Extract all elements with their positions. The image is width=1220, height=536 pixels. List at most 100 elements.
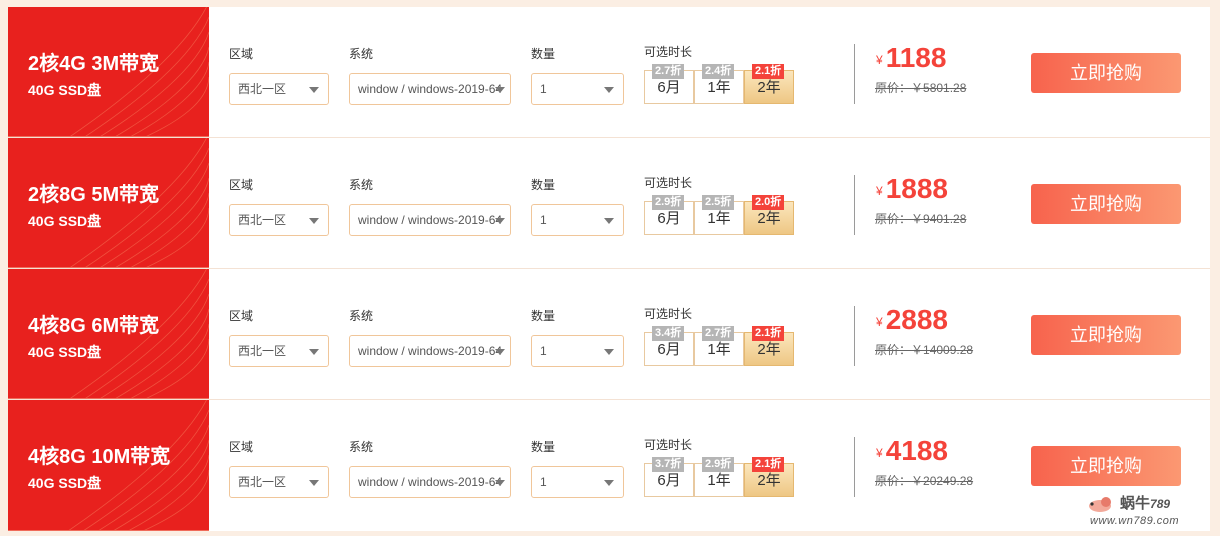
- plan-title: 2核4G 3M带宽: [28, 53, 160, 75]
- discount-badge: 2.7折: [702, 326, 735, 341]
- snail-logo-icon: [1089, 497, 1111, 512]
- os-label: 系统: [349, 440, 374, 454]
- price-amount: 4188: [885, 435, 948, 466]
- os-value: window / windows-2019-64: [358, 475, 503, 489]
- region-select[interactable]: 西北一区: [229, 204, 329, 236]
- chevron-down-icon: [309, 218, 319, 224]
- region-value: 西北一区: [238, 475, 287, 489]
- quantity-value: 1: [540, 82, 547, 96]
- discount-badge: 2.9折: [652, 195, 685, 210]
- discount-badge: 3.7折: [652, 457, 685, 472]
- watermark-name: 蜗牛789: [1120, 492, 1170, 513]
- original-price: 原价：￥9401.28: [875, 210, 966, 227]
- region-label: 区域: [229, 178, 254, 192]
- quantity-select[interactable]: 1: [531, 73, 624, 105]
- discount-badge-selected: 2.1折: [752, 457, 785, 472]
- region-label: 区域: [229, 309, 254, 323]
- watermark-url: www.wn789.com: [1090, 515, 1180, 527]
- discount-badge-selected: 2.1折: [752, 64, 785, 79]
- chevron-down-icon: [495, 349, 505, 355]
- original-price-value: ￥5801.28: [911, 81, 967, 95]
- original-price-value: ￥20249.28: [911, 474, 974, 488]
- os-label: 系统: [349, 47, 374, 61]
- region-select[interactable]: 西北一区: [229, 335, 329, 367]
- os-label: 系统: [349, 178, 374, 192]
- discount-badge: 3.4折: [652, 326, 685, 341]
- region-value: 西北一区: [238, 213, 287, 227]
- watermark-number: 789: [1150, 497, 1171, 511]
- plan-disk: 40G SSD盘: [28, 344, 102, 360]
- chevron-down-icon: [495, 480, 505, 486]
- price-amount: 2888: [885, 304, 948, 335]
- region-value: 西北一区: [238, 82, 287, 96]
- os-select[interactable]: window / windows-2019-64: [349, 73, 511, 105]
- plan-title: 4核8G 10M带宽: [28, 446, 171, 468]
- os-value: window / windows-2019-64: [358, 82, 503, 96]
- quantity-label: 数量: [531, 47, 556, 61]
- discount-badge-selected: 2.1折: [752, 326, 785, 341]
- discount-badge: 2.9折: [702, 457, 735, 472]
- buy-now-button[interactable]: 立即抢购: [1031, 53, 1181, 93]
- quantity-select[interactable]: 1: [531, 204, 624, 236]
- duration-label: 可选时长: [644, 438, 693, 452]
- quantity-label: 数量: [531, 178, 556, 192]
- price-amount: 1888: [885, 173, 948, 204]
- quantity-select[interactable]: 1: [531, 335, 624, 367]
- quantity-value: 1: [540, 213, 547, 227]
- quantity-select[interactable]: 1: [531, 466, 624, 498]
- currency-symbol: ¥: [876, 315, 883, 329]
- quantity-label: 数量: [531, 309, 556, 323]
- plan-row: 2核4G 3M带宽 40G SSD盘 区域 系统 数量 可选时长 西北一区 wi…: [8, 7, 1210, 138]
- os-select[interactable]: window / windows-2019-64: [349, 466, 511, 498]
- os-select[interactable]: window / windows-2019-64: [349, 335, 511, 367]
- price: ¥1188: [876, 42, 946, 74]
- duration-label: 可选时长: [644, 176, 693, 190]
- discount-badge: 2.7折: [652, 64, 685, 79]
- chevron-down-icon: [309, 349, 319, 355]
- plan-disk: 40G SSD盘: [28, 213, 102, 229]
- region-select[interactable]: 西北一区: [229, 73, 329, 105]
- region-value: 西北一区: [238, 344, 287, 358]
- plan-row: 4核8G 6M带宽 40G SSD盘 区域 系统 数量 可选时长 西北一区 wi…: [8, 269, 1210, 400]
- plan-list: 2核4G 3M带宽 40G SSD盘 区域 系统 数量 可选时长 西北一区 wi…: [8, 7, 1210, 531]
- plan-banner: 4核8G 10M带宽 40G SSD盘: [8, 400, 209, 531]
- chevron-down-icon: [604, 87, 614, 93]
- os-value: window / windows-2019-64: [358, 213, 503, 227]
- discount-badge: 2.4折: [702, 64, 735, 79]
- divider: [854, 175, 855, 235]
- original-price-label: 原价：: [875, 212, 912, 226]
- price: ¥4188: [876, 435, 948, 467]
- watermark: 蜗牛789 www.wn789.com: [1086, 492, 1206, 530]
- original-price: 原价：￥5801.28: [875, 79, 966, 96]
- plan-disk: 40G SSD盘: [28, 475, 102, 491]
- os-value: window / windows-2019-64: [358, 344, 503, 358]
- buy-now-button[interactable]: 立即抢购: [1031, 184, 1181, 224]
- discount-badge: 2.5折: [702, 195, 735, 210]
- quantity-value: 1: [540, 344, 547, 358]
- quantity-label: 数量: [531, 440, 556, 454]
- buy-now-button[interactable]: 立即抢购: [1031, 315, 1181, 355]
- buy-now-button[interactable]: 立即抢购: [1031, 446, 1181, 486]
- currency-symbol: ¥: [876, 446, 883, 460]
- duration-label: 可选时长: [644, 45, 693, 59]
- discount-badge-selected: 2.0折: [752, 195, 785, 210]
- region-select[interactable]: 西北一区: [229, 466, 329, 498]
- duration-label: 可选时长: [644, 307, 693, 321]
- price: ¥1888: [876, 173, 948, 205]
- quantity-value: 1: [540, 475, 547, 489]
- region-label: 区域: [229, 47, 254, 61]
- region-label: 区域: [229, 440, 254, 454]
- price-amount: 1188: [885, 42, 947, 73]
- plan-banner: 2核8G 5M带宽 40G SSD盘: [8, 138, 209, 268]
- divider: [854, 44, 855, 104]
- chevron-down-icon: [604, 218, 614, 224]
- divider: [854, 306, 855, 366]
- os-label: 系统: [349, 309, 374, 323]
- original-price-label: 原价：: [875, 474, 912, 488]
- original-price-value: ￥14009.28: [911, 343, 974, 357]
- plan-title: 4核8G 6M带宽: [28, 315, 160, 337]
- os-select[interactable]: window / windows-2019-64: [349, 204, 511, 236]
- price: ¥2888: [876, 304, 948, 336]
- chevron-down-icon: [309, 480, 319, 486]
- original-price-label: 原价：: [875, 81, 912, 95]
